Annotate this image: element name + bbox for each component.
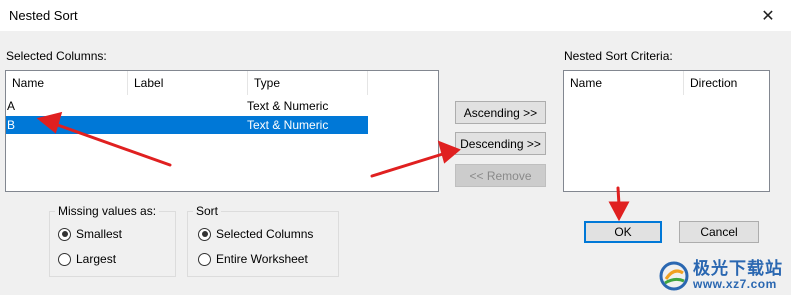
radio-largest-label: Largest <box>76 252 117 266</box>
row-type: Text & Numeric <box>247 99 329 113</box>
sort-group: Sort Selected Columns Entire Worksheet <box>187 204 339 277</box>
radio-smallest[interactable]: Smallest <box>58 227 122 241</box>
watermark-text: 极光下载站 <box>693 259 783 278</box>
close-button[interactable]: ✕ <box>745 0 791 31</box>
row-name: A <box>7 99 16 113</box>
descending-button[interactable]: Descending >> <box>455 132 546 155</box>
radio-entire-worksheet[interactable]: Entire Worksheet <box>198 252 308 266</box>
watermark-logo-icon <box>659 261 689 290</box>
list-row-a[interactable]: A Text & Numeric <box>6 97 368 115</box>
arrowhead-ok <box>608 201 630 222</box>
column-header-label[interactable]: Label <box>128 71 248 95</box>
nested-sort-criteria-label: Nested Sort Criteria: <box>564 49 673 63</box>
row-type: Text & Numeric <box>247 118 329 132</box>
window-title: Nested Sort <box>9 8 78 23</box>
radio-smallest-label: Smallest <box>76 227 123 241</box>
title-bar: Nested Sort ✕ <box>0 0 791 31</box>
row-name: B <box>7 118 16 132</box>
column-header-type[interactable]: Type <box>248 71 368 95</box>
missing-values-title: Missing values as: <box>55 204 160 218</box>
radio-checked-icon <box>198 227 211 241</box>
radio-unchecked-icon <box>58 252 71 266</box>
sort-title: Sort <box>193 204 222 218</box>
ascending-button[interactable]: Ascending >> <box>455 101 546 124</box>
radio-checked-icon <box>58 227 71 241</box>
watermark: 极光下载站 www.xz7.com <box>659 260 783 291</box>
remove-button[interactable]: << Remove <box>455 164 546 187</box>
watermark-url: www.xz7.com <box>693 277 777 291</box>
missing-values-group: Missing values as: Smallest Largest <box>49 204 176 277</box>
selected-columns-label: Selected Columns: <box>6 49 107 63</box>
radio-unchecked-icon <box>198 252 211 266</box>
radio-selected-columns-label: Selected Columns <box>216 227 314 241</box>
criteria-header-name[interactable]: Name <box>564 71 684 95</box>
nested-sort-criteria-list[interactable]: Name Direction <box>563 70 770 192</box>
column-header-name[interactable]: Name <box>6 71 128 95</box>
close-icon: ✕ <box>761 7 775 25</box>
criteria-header-direction[interactable]: Direction <box>684 71 770 95</box>
selected-columns-list[interactable]: Name Label Type A Text & Numeric B Text … <box>5 70 439 192</box>
radio-largest[interactable]: Largest <box>58 252 116 266</box>
radio-selected-columns[interactable]: Selected Columns <box>198 227 313 241</box>
list-row-b[interactable]: B Text & Numeric <box>6 116 368 134</box>
radio-entire-worksheet-label: Entire Worksheet <box>216 252 308 266</box>
cancel-button[interactable]: Cancel <box>679 221 759 243</box>
ok-button[interactable]: OK <box>584 221 662 243</box>
